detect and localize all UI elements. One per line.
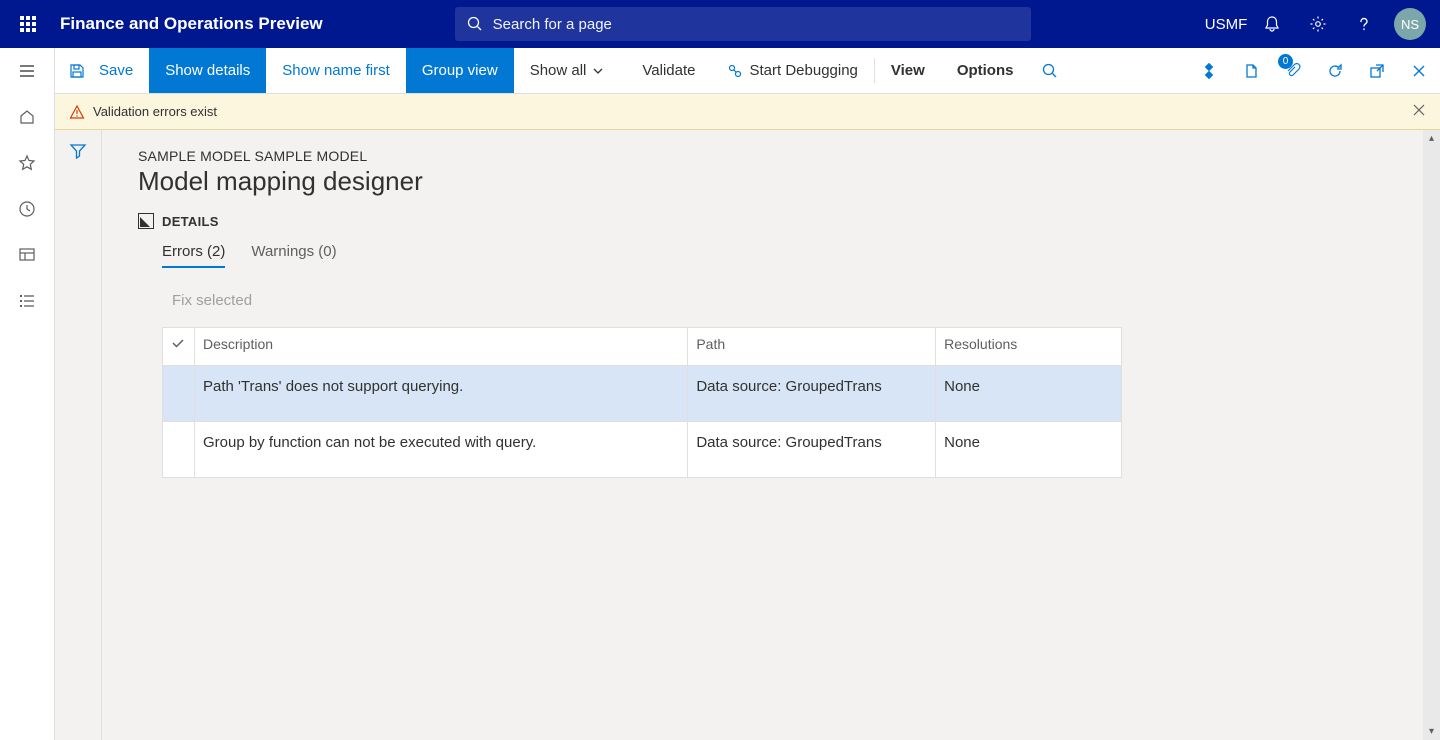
show-name-first-button[interactable]: Show name first: [266, 48, 406, 93]
left-nav-rail: [0, 48, 55, 740]
start-debugging-button[interactable]: Start Debugging: [711, 48, 873, 93]
global-navbar: Finance and Operations Preview Search fo…: [0, 0, 1440, 48]
tab-warnings[interactable]: Warnings (0): [251, 243, 336, 268]
home-button[interactable]: [0, 94, 55, 140]
recent-button[interactable]: [0, 186, 55, 232]
save-button[interactable]: Save: [55, 48, 149, 93]
workspaces-button[interactable]: [0, 232, 55, 278]
details-label: DETAILS: [162, 214, 219, 229]
question-icon: [1355, 15, 1373, 33]
user-avatar[interactable]: NS: [1394, 8, 1426, 40]
start-debugging-label: Start Debugging: [749, 62, 857, 79]
page-title: Model mapping designer: [138, 166, 1404, 197]
filter-pane-toggle[interactable]: [55, 130, 102, 740]
options-menu[interactable]: Options: [941, 48, 1030, 93]
workspace-icon: [18, 246, 36, 264]
gear-icon: [1309, 15, 1327, 33]
debug-icon: [727, 63, 743, 79]
close-icon: [1411, 63, 1427, 79]
scroll-down-icon: ▾: [1423, 723, 1440, 740]
clock-icon: [18, 200, 36, 218]
show-all-dropdown[interactable]: Show all: [514, 48, 627, 93]
find-button[interactable]: [1029, 48, 1071, 93]
close-icon: [1412, 103, 1426, 117]
favorites-button[interactable]: [0, 140, 55, 186]
refresh-icon: [1327, 63, 1343, 79]
notifications-button[interactable]: [1250, 0, 1294, 48]
main-content: SAMPLE MODEL SAMPLE MODEL Model mapping …: [102, 130, 1440, 740]
group-view-button[interactable]: Group view: [406, 48, 514, 93]
list-icon: [18, 292, 36, 310]
grid-row[interactable]: Group by function can not be executed wi…: [163, 422, 1122, 478]
page-supertitle: SAMPLE MODEL SAMPLE MODEL: [138, 148, 1404, 164]
global-search-input[interactable]: Search for a page: [455, 7, 1031, 41]
search-placeholder: Search for a page: [493, 16, 612, 33]
filter-icon: [69, 142, 87, 160]
search-icon: [1042, 63, 1058, 79]
waffle-menu-button[interactable]: [8, 4, 48, 44]
column-header-path[interactable]: Path: [688, 328, 936, 366]
show-all-label: Show all: [530, 62, 587, 79]
settings-button[interactable]: [1296, 0, 1340, 48]
cell-path: Data source: GroupedTrans: [688, 422, 936, 478]
page-icon: [1243, 63, 1259, 79]
navbar-right-group: USMF NS: [1204, 0, 1432, 48]
search-icon: [467, 16, 483, 32]
save-icon: [69, 63, 85, 79]
warning-icon: [69, 104, 85, 120]
checkmark-icon: [171, 336, 185, 350]
modules-button[interactable]: [0, 278, 55, 324]
save-label: Save: [99, 62, 133, 79]
details-section-header[interactable]: DETAILS: [138, 213, 1404, 229]
details-tabs: Errors (2) Warnings (0): [162, 243, 1404, 268]
scroll-up-icon: ▴: [1423, 130, 1440, 147]
column-header-description[interactable]: Description: [194, 328, 687, 366]
errors-grid: Description Path Resolutions Path 'Trans…: [162, 327, 1122, 478]
validation-warning-banner: Validation errors exist: [55, 94, 1440, 130]
fix-selected-button: Fix selected: [172, 292, 1404, 309]
row-checkbox[interactable]: [163, 366, 195, 422]
validate-button[interactable]: Validate: [626, 48, 711, 93]
attachments-badge: 0: [1278, 54, 1293, 69]
action-pane: Save Show details Show name first Group …: [55, 48, 1440, 94]
diamond-icon: [1201, 63, 1217, 79]
tab-errors[interactable]: Errors (2): [162, 243, 225, 268]
warning-message: Validation errors exist: [93, 104, 217, 119]
app-title: Finance and Operations Preview: [60, 14, 323, 34]
hamburger-icon: [18, 62, 36, 80]
collapse-icon: [138, 213, 154, 229]
cell-resolutions: None: [936, 422, 1122, 478]
grid-select-all[interactable]: [163, 328, 195, 366]
column-header-resolutions[interactable]: Resolutions: [936, 328, 1122, 366]
cell-path: Data source: GroupedTrans: [688, 366, 936, 422]
vertical-scrollbar[interactable]: ▴ ▾: [1423, 130, 1440, 740]
cell-description: Group by function can not be executed wi…: [194, 422, 687, 478]
personalize-button[interactable]: [1188, 48, 1230, 93]
company-selector[interactable]: USMF: [1204, 0, 1248, 48]
bell-icon: [1263, 15, 1281, 33]
waffle-icon: [20, 16, 36, 32]
page-options-button[interactable]: [1230, 48, 1272, 93]
view-menu[interactable]: View: [875, 48, 941, 93]
attachments-button[interactable]: 0: [1272, 48, 1314, 93]
close-button[interactable]: [1398, 48, 1440, 93]
warning-close-button[interactable]: [1412, 103, 1426, 120]
chevron-down-icon: [592, 65, 604, 77]
popout-button[interactable]: [1356, 48, 1398, 93]
home-icon: [18, 108, 36, 126]
refresh-button[interactable]: [1314, 48, 1356, 93]
help-button[interactable]: [1342, 0, 1386, 48]
grid-row[interactable]: Path 'Trans' does not support querying. …: [163, 366, 1122, 422]
cell-description: Path 'Trans' does not support querying.: [194, 366, 687, 422]
show-details-button[interactable]: Show details: [149, 48, 266, 93]
popout-icon: [1369, 63, 1385, 79]
row-checkbox[interactable]: [163, 422, 195, 478]
hamburger-button[interactable]: [0, 48, 55, 94]
star-icon: [18, 154, 36, 172]
cell-resolutions: None: [936, 366, 1122, 422]
